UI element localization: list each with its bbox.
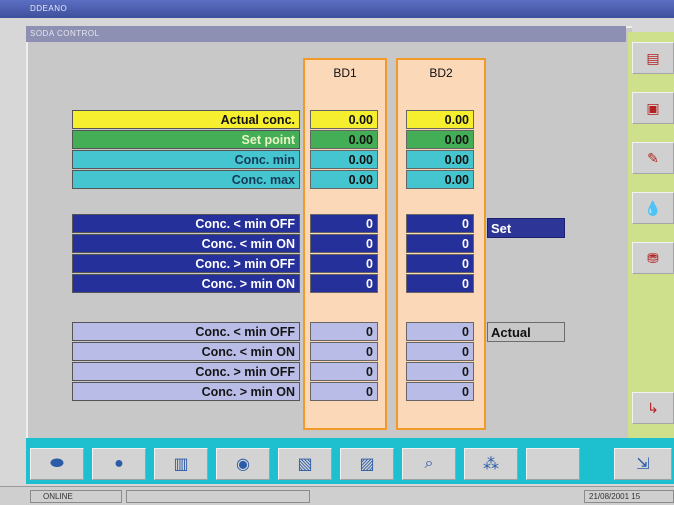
set-label: Set: [487, 218, 565, 238]
window-title: SODA CONTROL: [30, 29, 100, 38]
bd1-conc-max[interactable]: 0.00: [310, 170, 378, 189]
report-button[interactable]: ▧: [278, 448, 332, 480]
bd1-actual-1[interactable]: 0: [310, 342, 378, 361]
status-datetime: 21/08/2001 15: [584, 490, 674, 503]
chart-button[interactable]: ▤: [632, 42, 674, 74]
app-title-bar: DDEANO: [0, 0, 674, 18]
blank-button[interactable]: [526, 448, 580, 480]
tank-button[interactable]: ⛃: [632, 242, 674, 274]
machine-button[interactable]: ⬬: [30, 448, 84, 480]
bd2-actual-2[interactable]: 0: [406, 362, 474, 381]
exit-bottom-icon: ⇲: [636, 456, 650, 473]
alarm-button[interactable]: ◉: [216, 448, 270, 480]
bd1-set-0[interactable]: 0: [310, 214, 378, 233]
bd2-actual-1[interactable]: 0: [406, 342, 474, 361]
label-set-3: Conc. > min ON: [72, 274, 300, 293]
bd1-set-point[interactable]: 0.00: [310, 130, 378, 149]
report-icon: ▧: [297, 456, 313, 473]
alarm-icon: ◉: [236, 456, 250, 473]
bd2-set-point[interactable]: 0.00: [406, 130, 474, 149]
exit-button[interactable]: ↳: [632, 392, 674, 424]
bd1-actual-3[interactable]: 0: [310, 382, 378, 401]
status-online: ONLINE: [30, 490, 122, 503]
bd2-actual-conc[interactable]: 0.00: [406, 110, 474, 129]
graph-icon: ▨: [359, 456, 375, 473]
bd2-header: BD2: [429, 66, 453, 80]
bd1-set-3[interactable]: 0: [310, 274, 378, 293]
chart-icon: ▤: [646, 49, 660, 66]
traffic-light-button[interactable]: ●: [92, 448, 146, 480]
bd1-set-2[interactable]: 0: [310, 254, 378, 273]
drop-icon: 💧: [644, 199, 662, 216]
status-slot: [126, 490, 310, 503]
bd2-set-2[interactable]: 0: [406, 254, 474, 273]
drop-button[interactable]: 💧: [632, 192, 674, 224]
bd2-conc-min[interactable]: 0.00: [406, 150, 474, 169]
bd1-actual-2[interactable]: 0: [310, 362, 378, 381]
label-actual-0: Conc. < min OFF: [72, 322, 300, 341]
label-set-2: Conc. > min OFF: [72, 254, 300, 273]
pencil-button[interactable]: ✎: [632, 142, 674, 174]
label-actual-1: Conc. < min ON: [72, 342, 300, 361]
chart-bottom-button[interactable]: ▥: [154, 448, 208, 480]
graph-button[interactable]: ▨: [340, 448, 394, 480]
machine-icon: ⬬: [50, 455, 64, 472]
bd2-set-0[interactable]: 0: [406, 214, 474, 233]
bd2-set-3[interactable]: 0: [406, 274, 474, 293]
window-button[interactable]: ▣: [632, 92, 674, 124]
search-button[interactable]: ⌕: [402, 448, 456, 480]
label-actual-3: Conc. > min ON: [72, 382, 300, 401]
bd1-actual-0[interactable]: 0: [310, 322, 378, 341]
label-actual-conc: Actual conc.: [72, 110, 300, 129]
window-icon: ▣: [646, 99, 660, 116]
bd2-set-1[interactable]: 0: [406, 234, 474, 253]
exit-icon: ↳: [647, 399, 659, 416]
label-conc-min: Conc. min: [72, 150, 300, 169]
bd1-conc-min[interactable]: 0.00: [310, 150, 378, 169]
actual-label: Actual: [487, 322, 565, 342]
status-bar: ONLINE 21/08/2001 15: [0, 486, 674, 505]
bd1-actual-conc[interactable]: 0.00: [310, 110, 378, 129]
bd1-set-1[interactable]: 0: [310, 234, 378, 253]
label-set-1: Conc. < min ON: [72, 234, 300, 253]
exit-bottom-button[interactable]: ⇲: [614, 448, 672, 480]
bd2-actual-3[interactable]: 0: [406, 382, 474, 401]
chart-bottom-icon: ▥: [173, 456, 189, 473]
app-title: DDEANO: [30, 4, 68, 13]
label-set-0: Conc. < min OFF: [72, 214, 300, 233]
traffic-light-icon: ●: [114, 455, 124, 472]
window-title-bar: SODA CONTROL: [26, 26, 626, 42]
tank-icon: ⛃: [647, 249, 659, 266]
label-actual-2: Conc. > min OFF: [72, 362, 300, 381]
search-icon: ⌕: [424, 455, 434, 472]
pencil-icon: ✎: [647, 149, 659, 166]
bd2-actual-0[interactable]: 0: [406, 322, 474, 341]
label-conc-max: Conc. max: [72, 170, 300, 189]
label-set-point: Set point: [72, 130, 300, 149]
dots-button[interactable]: ⁂: [464, 448, 518, 480]
dots-icon: ⁂: [483, 456, 499, 473]
bd2-conc-max[interactable]: 0.00: [406, 170, 474, 189]
bd1-header: BD1: [333, 66, 357, 80]
